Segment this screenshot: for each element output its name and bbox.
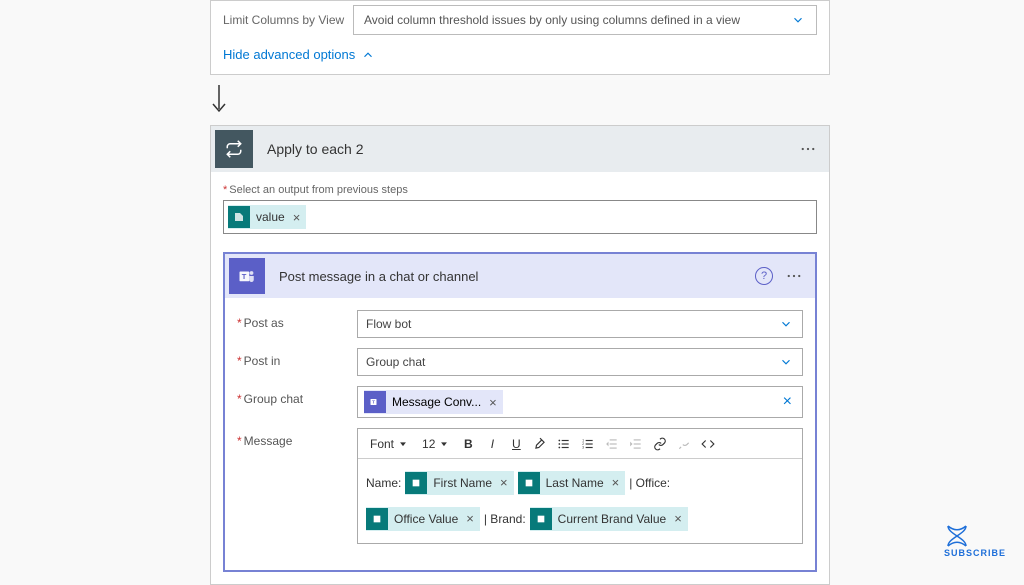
teams-icon: T: [364, 391, 386, 413]
underline-button[interactable]: U: [505, 433, 527, 455]
flow-arrow: [210, 85, 830, 115]
sharepoint-icon: [530, 508, 552, 530]
code-view-button[interactable]: [697, 433, 719, 455]
remove-token-icon[interactable]: ×: [610, 469, 622, 497]
clear-input-icon[interactable]: ×: [779, 393, 796, 411]
loop-icon: [215, 130, 253, 168]
help-icon[interactable]: ?: [755, 267, 773, 285]
dna-icon: [944, 524, 1006, 548]
editor-toolbar: Font 12 B I U: [358, 429, 802, 459]
svg-text:T: T: [242, 272, 247, 281]
teams-icon: T: [229, 258, 265, 294]
unlink-button[interactable]: [673, 433, 695, 455]
select-output-input[interactable]: value ×: [223, 200, 817, 234]
sharepoint-icon: [518, 472, 540, 494]
first-name-token[interactable]: First Name ×: [405, 471, 513, 495]
chevron-up-icon: [361, 48, 375, 62]
size-select[interactable]: 12: [416, 437, 455, 451]
hide-advanced-link[interactable]: Hide advanced options: [223, 47, 817, 62]
post-in-label: Post in: [237, 348, 357, 368]
limit-columns-label: Limit Columns by View: [223, 13, 345, 27]
brand-prefix: | Brand:: [484, 505, 526, 533]
post-as-value: Flow bot: [366, 317, 411, 331]
limit-columns-value: Avoid column threshold issues by only us…: [364, 13, 740, 27]
chevron-down-icon: [778, 316, 794, 332]
message-label: Message: [237, 428, 357, 448]
message-body[interactable]: Name: First Name × Last Name ×: [358, 459, 802, 543]
apply-to-each-title: Apply to each 2: [257, 141, 787, 157]
bold-button[interactable]: B: [457, 433, 479, 455]
message-editor[interactable]: Font 12 B I U: [357, 428, 803, 544]
remove-token-icon[interactable]: ×: [487, 395, 499, 410]
name-prefix: Name:: [366, 469, 401, 497]
sharepoint-icon: [405, 472, 427, 494]
office-prefix: | Office:: [629, 469, 670, 497]
remove-token-icon[interactable]: ×: [464, 505, 476, 533]
remove-token-icon[interactable]: ×: [498, 469, 510, 497]
hide-advanced-label: Hide advanced options: [223, 47, 355, 62]
post-in-value: Group chat: [366, 355, 425, 369]
chevron-down-icon: [790, 12, 806, 28]
remove-token-icon[interactable]: ×: [291, 210, 303, 225]
post-as-select[interactable]: Flow bot: [357, 310, 803, 338]
number-list-button[interactable]: 123: [577, 433, 599, 455]
apply-to-each-body: Select an output from previous steps val…: [211, 172, 829, 584]
office-value-token[interactable]: Office Value ×: [366, 507, 480, 531]
chevron-down-icon: [778, 354, 794, 370]
value-token-label: value: [256, 210, 285, 224]
apply-to-each-menu[interactable]: [787, 140, 829, 158]
group-chat-token[interactable]: T Message Conv... ×: [364, 390, 503, 414]
apply-to-each-header[interactable]: Apply to each 2: [211, 126, 829, 172]
apply-to-each-card: Apply to each 2 Select an output from pr…: [210, 125, 830, 585]
group-chat-token-label: Message Conv...: [392, 395, 481, 409]
limit-columns-select[interactable]: Avoid column threshold issues by only us…: [353, 5, 817, 35]
post-in-select[interactable]: Group chat: [357, 348, 803, 376]
post-message-header[interactable]: T Post message in a chat or channel ?: [225, 254, 815, 298]
limit-columns-row: Limit Columns by View Avoid column thres…: [223, 5, 817, 35]
subscribe-label: SUBSCRIBE: [944, 548, 1006, 558]
group-chat-label: Group chat: [237, 386, 357, 406]
indent-button[interactable]: [625, 433, 647, 455]
last-name-token[interactable]: Last Name ×: [518, 471, 626, 495]
select-output-label: Select an output from previous steps: [223, 184, 817, 196]
font-select[interactable]: Font: [364, 437, 414, 451]
highlight-button[interactable]: [529, 433, 551, 455]
bullet-list-button[interactable]: [553, 433, 575, 455]
post-message-card: T Post message in a chat or channel ? Po…: [223, 252, 817, 572]
svg-text:T: T: [372, 400, 375, 405]
group-chat-input[interactable]: T Message Conv... × ×: [357, 386, 803, 418]
post-message-menu[interactable]: [785, 267, 815, 285]
post-as-label: Post as: [237, 310, 357, 330]
link-button[interactable]: [649, 433, 671, 455]
value-token[interactable]: value ×: [228, 205, 306, 229]
brand-value-token[interactable]: Current Brand Value ×: [530, 507, 688, 531]
previous-action-card: Limit Columns by View Avoid column thres…: [210, 0, 830, 75]
sharepoint-icon: [228, 206, 250, 228]
outdent-button[interactable]: [601, 433, 623, 455]
svg-text:3: 3: [583, 445, 585, 449]
sharepoint-icon: [366, 508, 388, 530]
remove-token-icon[interactable]: ×: [672, 505, 684, 533]
post-message-title: Post message in a chat or channel: [269, 269, 755, 284]
subscribe-watermark: SUBSCRIBE: [944, 524, 1006, 558]
italic-button[interactable]: I: [481, 433, 503, 455]
